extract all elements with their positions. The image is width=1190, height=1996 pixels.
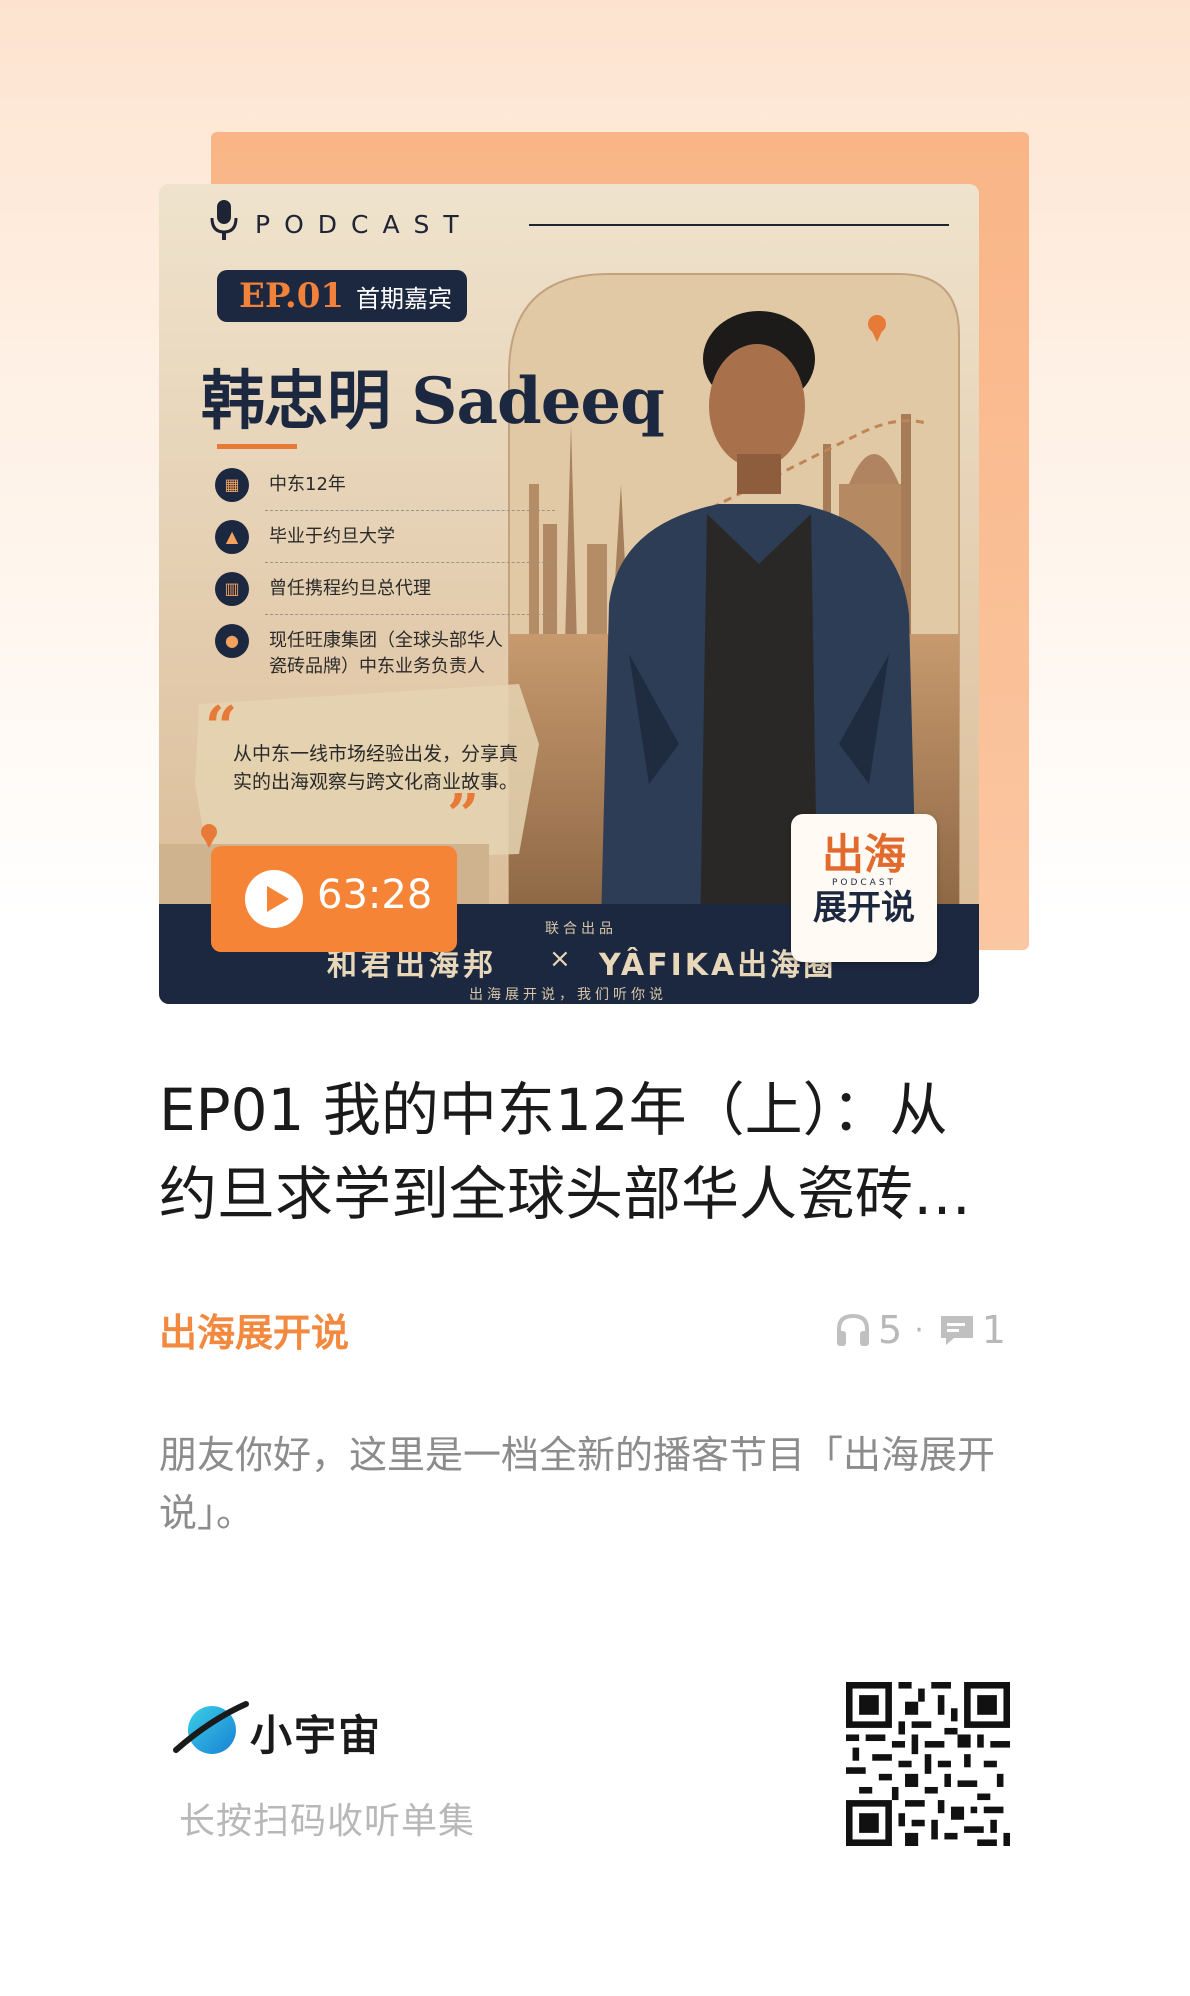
bio-item: ▥ 曾任携程约旦总代理 bbox=[215, 572, 555, 615]
bio-divider bbox=[265, 562, 555, 564]
show-logo-tile: 出海 PODCAST 展开说 bbox=[791, 814, 937, 962]
microphone-icon bbox=[210, 200, 238, 240]
episode-badge-tag: 首期嘉宾 bbox=[356, 285, 453, 313]
bio-item: ▲ 毕业于约旦大学 bbox=[215, 520, 555, 563]
episode-badge-number: EP.01 bbox=[239, 276, 345, 316]
bio-text: 毕业于约旦大学 bbox=[269, 526, 395, 547]
bio-text: 曾任携程约旦总代理 bbox=[269, 578, 431, 599]
scan-hint: 长按扫码收听单集 bbox=[179, 1801, 476, 1842]
planet-icon bbox=[173, 1701, 249, 1754]
headphones-icon bbox=[837, 1313, 869, 1346]
play-button[interactable]: 63:28 bbox=[211, 846, 457, 952]
comment-icon bbox=[940, 1316, 973, 1345]
graduation-cap-icon: ▲ bbox=[215, 520, 249, 554]
bio-item: ● 现任旺康集团（全球头部华人瓷砖品牌）中东业务负责人 bbox=[215, 624, 555, 714]
quote-close-mark: ” bbox=[447, 782, 480, 848]
slogan: 出海展开说，我们听你说 bbox=[469, 987, 667, 1003]
bio-item: ▦ 中东12年 bbox=[215, 468, 555, 511]
episode-badge: EP.01 首期嘉宾 bbox=[217, 270, 467, 322]
guest-name: 韩忠明 Sadeeq bbox=[201, 364, 665, 439]
partner-separator: × bbox=[549, 944, 571, 974]
person-icon: ● bbox=[215, 624, 249, 658]
bio-text: 现任旺康集团（全球头部华人瓷砖品牌）中东业务负责人 bbox=[269, 630, 503, 677]
bio-text: 中东12年 bbox=[269, 474, 346, 495]
episode-description: 朋友你好，这里是一档全新的播客节目「出海展开说」。 bbox=[159, 1433, 996, 1535]
name-underline bbox=[217, 444, 297, 449]
play-circle bbox=[245, 870, 303, 928]
episode-stats: 5 · 1 bbox=[834, 1306, 1014, 1354]
bio-divider bbox=[265, 614, 555, 616]
show-logo-top: 出海 bbox=[821, 830, 906, 879]
show-logo-mid: PODCAST bbox=[831, 878, 897, 888]
joint-production-label: 联合出品 bbox=[545, 921, 617, 937]
qr-code[interactable] bbox=[846, 1682, 1010, 1846]
listen-count: 5 bbox=[878, 1308, 903, 1352]
podcast-label: PODCAST bbox=[255, 210, 473, 239]
quote-text: 从中东一线市场经验出发，分享真实的出海观察与跨文化商业故事。 bbox=[233, 743, 519, 793]
show-logo-bottom: 展开说 bbox=[813, 888, 915, 928]
header-rule bbox=[529, 224, 949, 226]
bio-divider bbox=[265, 510, 555, 512]
stats-separator: · bbox=[914, 1312, 924, 1348]
app-logo: 小宇宙 bbox=[170, 1690, 410, 1770]
app-name: 小宇宙 bbox=[250, 1711, 383, 1760]
episode-title[interactable]: EP01 我的中东12年（上）：从约旦求学到全球头部华人瓷砖品牌 bbox=[159, 1068, 999, 1236]
comment-count: 1 bbox=[981, 1308, 1006, 1352]
episode-duration: 63:28 bbox=[317, 872, 433, 918]
show-name-link[interactable]: 出海展开说 bbox=[159, 1302, 349, 1357]
play-icon bbox=[267, 886, 289, 912]
calendar-icon: ▦ bbox=[215, 468, 249, 502]
building-icon: ▥ bbox=[215, 572, 249, 606]
